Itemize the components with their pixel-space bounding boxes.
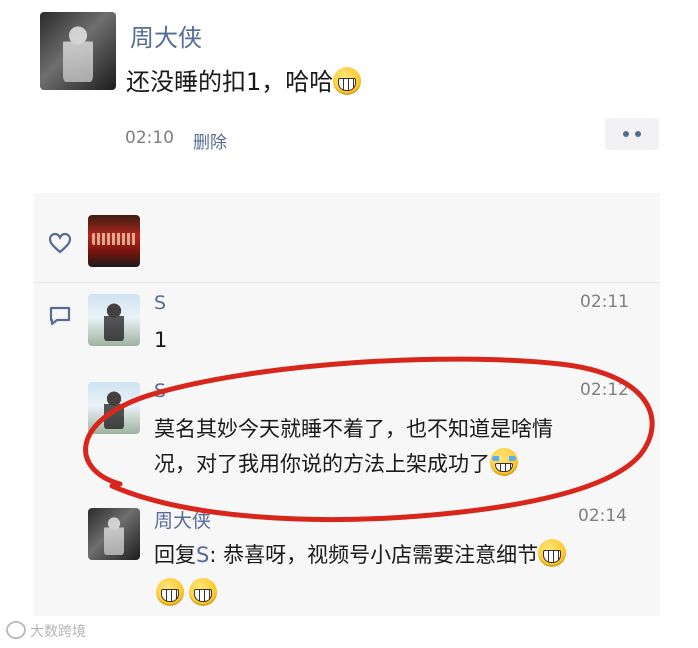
dot-icon [635,131,641,137]
grin-emoji-icon [189,578,218,606]
grin-emoji-icon [156,578,184,606]
panel-divider [34,282,660,283]
commenter-avatar[interactable] [88,508,140,560]
reply-text-line1: 回复S: 恭喜呀，视频号小店需要注意细节 [154,538,567,573]
post-text-content: 还没睡的扣1，哈哈 [126,68,334,96]
watermark-text: 大数跨境 [30,624,86,640]
reply-to-name[interactable]: S [196,543,209,567]
comment-time: 02:14 [578,506,627,526]
grin-emoji-icon [333,67,362,95]
comment-text-line2: 况，对了我用你说的方法上架成功了 [154,447,518,482]
comment-time: 02:11 [580,292,629,312]
post-time: 02:10 [125,128,174,148]
comment-icon [49,306,71,326]
reply-separator: : [209,543,224,567]
commenter-name[interactable]: S [154,292,166,314]
heart-icon [48,232,72,254]
reply-prefix: 回复 [154,543,196,567]
delete-link[interactable]: 删除 [193,128,227,153]
comment-time: 02:12 [580,380,629,400]
watermark-logo-icon [6,621,26,639]
comment-text: 1 [154,328,168,352]
commenter-avatar[interactable] [88,294,140,346]
post-text: 还没睡的扣1，哈哈 [126,62,362,97]
comment-text-content: 况，对了我用你说的方法上架成功了 [154,452,490,476]
reply-emoji-row [156,578,218,606]
laugh-cry-emoji-icon [490,448,518,476]
watermark: 大数跨境 [6,621,86,641]
grin-emoji-icon [538,539,567,567]
commenter-name[interactable]: S [154,380,166,402]
post-author-avatar[interactable] [40,12,116,90]
commenter-name[interactable]: 周大侠 [154,506,211,533]
dot-icon [623,131,629,137]
reply-text-content: 恭喜呀，视频号小店需要注意细节 [223,543,539,567]
liker-avatar[interactable] [88,215,140,267]
comment-text-line1: 莫名其妙今天就睡不着了，也不知道是啥情 [154,417,553,441]
more-options-button[interactable] [605,118,659,150]
commenter-avatar[interactable] [88,382,140,434]
post-author-name[interactable]: 周大侠 [130,18,202,53]
